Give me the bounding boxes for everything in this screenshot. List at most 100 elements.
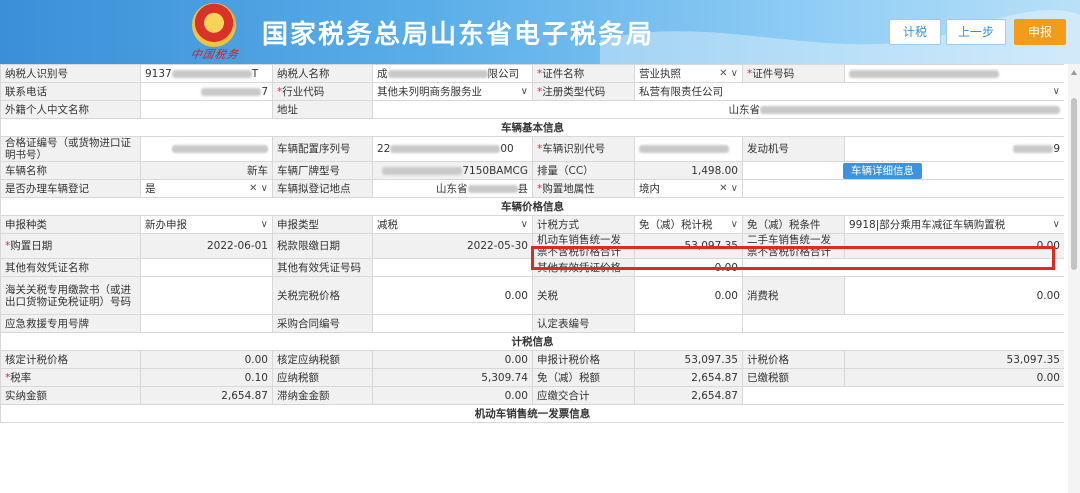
customs-payment-number-label: 海关关税专用缴款书（或进出口货物证免税证明）号码	[0, 276, 141, 315]
taxpayer-name-field[interactable]: 成 限公司	[372, 64, 533, 83]
scroll-up-icon[interactable]	[1071, 70, 1077, 75]
purchase-place-select[interactable]: 境内 ✕ ∨	[634, 179, 743, 198]
purchase-place-value: 境内	[639, 182, 660, 195]
form-row: *购置日期 2022-06-01 税款限缴日期 2022-05-30 机动车销售…	[0, 233, 1064, 259]
tax-method-label: 计税方式	[532, 215, 635, 234]
engine-number-field[interactable]: 9	[844, 136, 1064, 162]
tax-price-label: 计税价格	[742, 350, 845, 369]
invoice-price-total-label: 机动车销售统一发票不含税价格合计	[532, 233, 635, 259]
industry-code-label: *行业代码	[272, 82, 373, 101]
paid-tax-label: 已缴税额	[742, 368, 845, 387]
other-voucher-price-value[interactable]: 0.00	[634, 258, 743, 277]
empty-cell	[742, 179, 1064, 198]
tax-rate-label: *税率	[0, 368, 141, 387]
actual-payment-value: 2,654.87	[140, 386, 273, 405]
phone-field[interactable]: 7	[140, 82, 273, 101]
site-header: 中国税务 国家税务总局山东省电子税务局 计税 上一步 申报	[0, 0, 1080, 64]
register-vehicle-select[interactable]: 是 ✕ ∨	[140, 179, 273, 198]
registration-type-select[interactable]: 私营有限责任公司 ∨	[634, 82, 1064, 101]
certification-number-field[interactable]	[634, 314, 743, 333]
certification-number-label: 认定表编号	[532, 314, 635, 333]
vehicle-detail-button[interactable]: 车辆详细信息	[843, 162, 922, 179]
register-vehicle-value: 是	[145, 182, 156, 195]
phone-label: 联系电话	[0, 82, 141, 101]
form-row: 实纳金额 2,654.87 滞纳金金额 0.00 应缴交合计 2,654.87	[0, 386, 1064, 405]
other-voucher-name-label: 其他有效凭证名称	[0, 258, 141, 277]
config-serial-prefix: 22	[377, 143, 391, 155]
clear-and-chevron-icon[interactable]: ✕ ∨	[249, 183, 268, 195]
submit-declaration-button[interactable]: 申报	[1014, 19, 1066, 45]
consumption-tax-value[interactable]: 0.00	[844, 276, 1064, 315]
customs-duty-label: 关税	[532, 276, 635, 315]
form-row: 合格证编号（或货物进口证明书号） 车辆配置序列号 22 00 *车辆识别代号 发动…	[0, 136, 1064, 162]
declaration-kind-label: 申报种类	[0, 215, 141, 234]
declared-tax-price-value: 53,097.35	[634, 350, 743, 369]
chevron-down-icon[interactable]: ∨	[1053, 86, 1060, 98]
tax-deadline-label: 税款限缴日期	[272, 233, 373, 259]
emergency-plate-field[interactable]	[140, 314, 273, 333]
declared-tax-price-label: 申报计税价格	[532, 350, 635, 369]
assessed-tax-payable-label: 核定应纳税额	[272, 350, 373, 369]
header-wave-decoration	[600, 10, 1080, 64]
chevron-down-icon[interactable]: ∨	[1053, 219, 1060, 231]
purchase-contract-field[interactable]	[372, 314, 533, 333]
taxpayer-id-suffix: T	[251, 67, 259, 80]
planned-registration-place-field[interactable]: 山东省 县	[372, 179, 533, 198]
purchase-place-label: *购置地属性	[532, 179, 635, 198]
certificate-name-select[interactable]: 营业执照 ✕ ∨	[634, 64, 743, 83]
tax-method-select[interactable]: 免（减）税计税 ∨	[634, 215, 743, 234]
redacted-mask	[387, 69, 488, 78]
planned-registration-place-label: 车辆拟登记地点	[272, 179, 373, 198]
vertical-scrollbar[interactable]	[1068, 64, 1080, 493]
redacted-mask	[760, 105, 1060, 114]
emergency-plate-label: 应急救援专用号牌	[0, 314, 141, 333]
previous-step-button[interactable]: 上一步	[946, 19, 1006, 45]
displacement-label: 排量（CC）	[532, 161, 635, 180]
exemption-condition-select[interactable]: 9918|部分乘用车减征车辆购置税 ∨	[844, 215, 1064, 234]
industry-code-select[interactable]: 其他未列明商务服务业 ∨	[372, 82, 533, 101]
customs-payment-number-field[interactable]	[140, 276, 273, 315]
taxpayer-id-field[interactable]: 9137 T	[140, 64, 273, 83]
register-vehicle-label: 是否办理车辆登记	[0, 179, 141, 198]
vin-field[interactable]	[634, 136, 743, 162]
declaration-form: 纳税人识别号 9137 T 纳税人名称 成 限公司 *证件名称 营业执照 ✕ ∨ *证…	[0, 64, 1064, 493]
empty-cell	[742, 258, 1064, 277]
assessed-tax-payable-value: 0.00	[372, 350, 533, 369]
brand-model-label: 车辆厂牌型号	[272, 161, 373, 180]
section-vehicle-price: 车辆价格信息	[0, 197, 1064, 216]
calc-tax-button[interactable]: 计税	[889, 19, 941, 45]
conformity-cert-field[interactable]	[140, 136, 273, 162]
purchase-contract-label: 采购合同编号	[272, 314, 373, 333]
foreigner-name-field[interactable]	[140, 100, 273, 119]
declaration-type-select[interactable]: 减税 ∨	[372, 215, 533, 234]
clear-and-chevron-icon[interactable]: ✕ ∨	[719, 68, 738, 80]
taxpayer-name-suffix: 限公司	[487, 67, 520, 80]
scrollbar-thumb[interactable]	[1071, 98, 1077, 270]
tax-rate-label-text: 税率	[10, 371, 32, 384]
config-serial-field[interactable]: 22 00	[372, 136, 533, 162]
redacted-mask	[172, 145, 268, 153]
assessed-tax-price-value: 0.00	[140, 350, 273, 369]
industry-code-label-text: 行业代码	[282, 85, 325, 98]
other-voucher-name-field[interactable]	[140, 258, 273, 277]
displacement-value: 1,498.00	[634, 161, 743, 180]
form-row: 其他有效凭证名称 其他有效凭证号码 其他有效凭证价格 0.00	[0, 258, 1064, 277]
chevron-down-icon[interactable]: ∨	[731, 219, 738, 231]
exempt-amount-value: 2,654.87	[634, 368, 743, 387]
paid-tax-value: 0.00	[844, 368, 1064, 387]
certificate-number-field[interactable]	[844, 64, 1064, 83]
chevron-down-icon[interactable]: ∨	[521, 86, 528, 98]
chevron-down-icon[interactable]: ∨	[261, 219, 268, 231]
customs-duty-value[interactable]: 0.00	[634, 276, 743, 315]
address-field[interactable]: 山东省	[372, 100, 1064, 119]
vin-label: *车辆识别代号	[532, 136, 635, 162]
clear-and-chevron-icon[interactable]: ✕ ∨	[719, 183, 738, 195]
customs-duty-paid-price-value[interactable]: 0.00	[372, 276, 533, 315]
phone-suffix: 7	[261, 85, 268, 98]
chevron-down-icon[interactable]: ∨	[521, 219, 528, 231]
form-row: 应急救援专用号牌 采购合同编号 认定表编号	[0, 314, 1064, 333]
other-voucher-number-field[interactable]	[372, 258, 533, 277]
planned-registration-place-value: 山东省	[436, 182, 468, 195]
redacted-mask	[390, 145, 501, 153]
declaration-kind-select[interactable]: 新办申报 ∨	[140, 215, 273, 234]
